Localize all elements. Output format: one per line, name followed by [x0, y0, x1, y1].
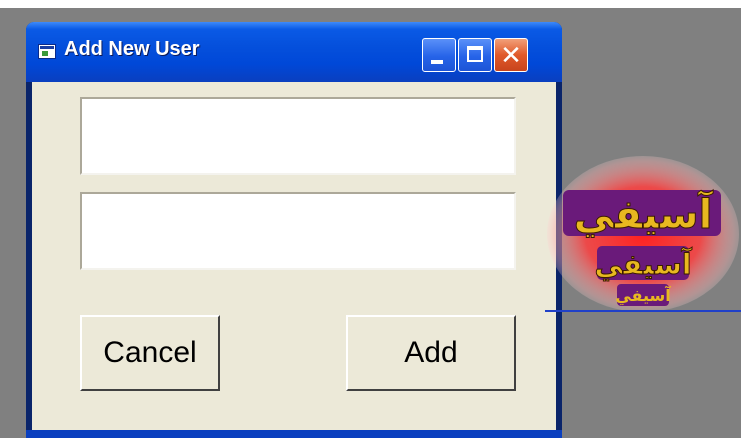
cancel-button[interactable]: Cancel: [80, 315, 220, 391]
maximize-button[interactable]: [458, 38, 492, 72]
add-user-window: Add New User ✕ Cancel Add: [26, 22, 562, 438]
logo-text-large: آسيفي: [574, 189, 714, 238]
close-button[interactable]: ✕: [494, 38, 528, 72]
form-window-icon: [38, 44, 56, 59]
logo-underline: [545, 310, 741, 312]
arabic-logo-watermark: آسيفي آسيفي آسيفي: [547, 156, 739, 312]
password-field[interactable]: [80, 192, 516, 270]
window-bottom-edge: [26, 430, 562, 438]
minimize-button[interactable]: [422, 38, 456, 72]
username-field[interactable]: [80, 97, 516, 175]
window-title: Add New User: [64, 38, 200, 60]
add-button[interactable]: Add: [346, 315, 516, 391]
logo-text-small: آسيفي: [615, 285, 671, 306]
title-bar[interactable]: Add New User ✕: [26, 22, 562, 82]
logo-text-medium: آسيفي: [594, 247, 692, 281]
close-icon: ✕: [500, 41, 522, 71]
form-client-area: Cancel Add: [32, 82, 556, 432]
minimize-icon: [431, 60, 443, 64]
stray-mark: ّ: [486, 0, 492, 6]
maximize-icon: [467, 46, 483, 62]
